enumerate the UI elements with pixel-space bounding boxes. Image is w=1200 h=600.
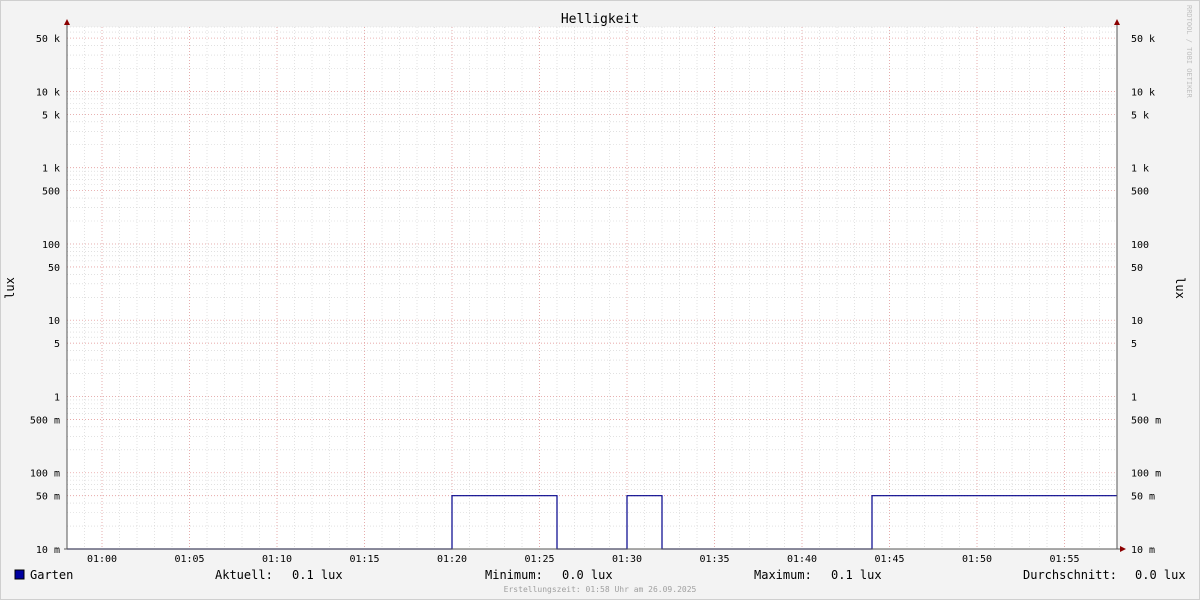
y-tick-label-left: 50 <box>48 263 60 274</box>
x-tick-label: 01:45 <box>874 554 904 565</box>
y-tick-label-right: 100 m <box>1131 469 1161 480</box>
x-tick-label: 01:25 <box>524 554 554 565</box>
stat-average-value: 0.0 lux <box>1135 568 1186 582</box>
y-tick-label-left: 10 k <box>36 87 60 98</box>
y-tick-label-left: 500 <box>42 187 60 198</box>
y-tick-label-right: 10 <box>1131 316 1143 327</box>
x-tick-label: 01:40 <box>787 554 817 565</box>
y-tick-label-left: 5 <box>54 339 60 350</box>
y-tick-label-right: 50 m <box>1131 492 1155 503</box>
stat-minimum-label: Minimum: <box>485 568 543 582</box>
y-tick-label-right: 1 k <box>1131 164 1149 175</box>
y-tick-label-left: 5 k <box>42 110 60 121</box>
y-tick-label-right: 5 <box>1131 339 1137 350</box>
y-tick-label-right: 10 k <box>1131 87 1155 98</box>
stat-maximum-label: Maximum: <box>754 568 812 582</box>
x-tick-label: 01:05 <box>174 554 204 565</box>
stat-average-label: Durchschnitt: <box>1023 568 1117 582</box>
y-tick-label-left: 100 m <box>30 469 60 480</box>
stat-current-value: 0.1 lux <box>292 568 343 582</box>
x-tick-label: 01:55 <box>1049 554 1079 565</box>
stat-maximum-value: 0.1 lux <box>831 568 882 582</box>
y-tick-label-left: 500 m <box>30 415 60 426</box>
chart-title: Helligkeit <box>561 12 639 27</box>
y-tick-label-left: 10 <box>48 316 60 327</box>
y-tick-label-right: 50 <box>1131 263 1143 274</box>
y-tick-label-left: 50 m <box>36 492 60 503</box>
y-tick-label-right: 5 k <box>1131 110 1149 121</box>
chart: 50 k 50 k 10 k 10 k5 k5 k1 k1 k 500 500 100 100… <box>0 0 1200 600</box>
x-tick-label: 01:00 <box>87 554 117 565</box>
y-tick-label-right: 10 m <box>1131 545 1155 556</box>
x-tick-label: 01:30 <box>612 554 642 565</box>
y-tick-label-right: 500 m <box>1131 415 1161 426</box>
x-tick-label: 01:10 <box>262 554 292 565</box>
y-tick-label-right: 100 <box>1131 240 1149 251</box>
y-tick-label-left: 1 <box>54 392 60 403</box>
y-tick-label-left: 10 m <box>36 545 60 556</box>
x-tick-label: 01:20 <box>437 554 467 565</box>
watermark: RRDTOOL / TOBI OETIKER <box>1185 5 1193 99</box>
x-tick-label: 01:15 <box>349 554 379 565</box>
stat-current-label: Aktuell: <box>215 568 273 582</box>
y-axis-label-right: lux <box>1173 277 1187 299</box>
x-tick-label: 01:50 <box>962 554 992 565</box>
y-tick-label-left: 1 k <box>42 164 60 175</box>
legend-swatch <box>14 569 25 580</box>
y-tick-label-left: 50 k <box>36 34 60 45</box>
stat-minimum-value: 0.0 lux <box>562 568 613 582</box>
chart-svg: 50 k 50 k10 k 10 k5 k5 k1 k1 k500 500100 100… <box>0 0 1200 600</box>
y-tick-label-right: 1 <box>1131 392 1137 403</box>
y-axis-label-left: lux <box>3 277 17 299</box>
x-tick-label: 01:35 <box>699 554 729 565</box>
y-tick-label-right: 500 <box>1131 187 1149 198</box>
footer-timestamp: Erstellungszeit: 01:58 Uhr am 26.09.2025 <box>504 585 697 594</box>
y-tick-label-right: 50 k <box>1131 34 1155 45</box>
legend-series-label: Garten <box>30 568 73 582</box>
y-tick-label-left: 100 <box>42 240 60 251</box>
